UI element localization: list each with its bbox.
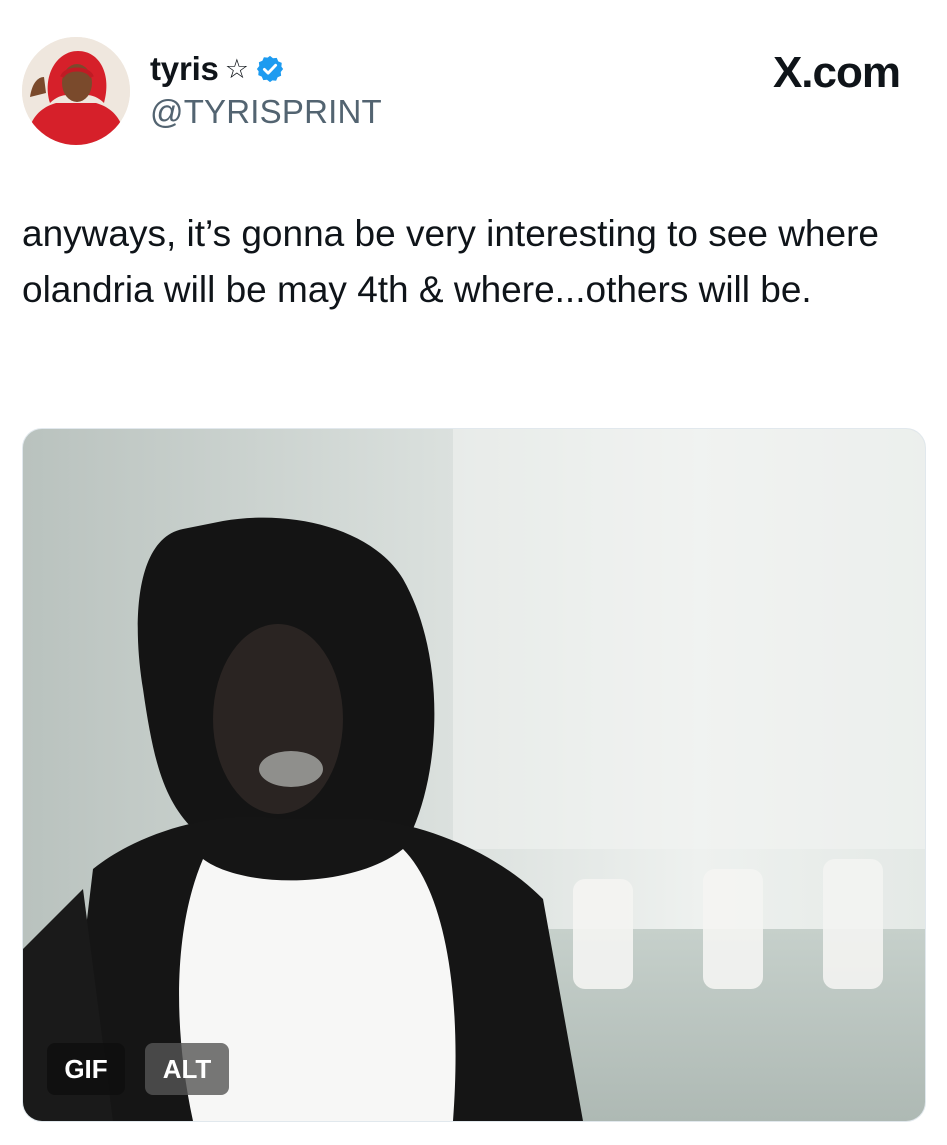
- post-text: anyways, it’s gonna be very interesting …: [22, 213, 879, 310]
- author-handle[interactable]: @TYRISPRINT: [150, 93, 382, 131]
- star-icon: ☆: [224, 53, 249, 84]
- post-header: tyris ☆ @TYRISPRINT X.com: [0, 0, 947, 170]
- verified-badge-icon: [255, 54, 285, 84]
- avatar[interactable]: [22, 37, 130, 145]
- brand-watermark: X.com: [772, 48, 901, 97]
- alt-text-button[interactable]: ALT: [145, 1043, 229, 1095]
- gif-frame: [23, 429, 925, 1121]
- gif-badge: GIF: [47, 1043, 125, 1095]
- display-name[interactable]: tyris: [150, 50, 219, 88]
- post-media-gif[interactable]: [22, 428, 926, 1122]
- author-name-row[interactable]: tyris ☆: [150, 50, 285, 88]
- avatar-image: [22, 37, 130, 145]
